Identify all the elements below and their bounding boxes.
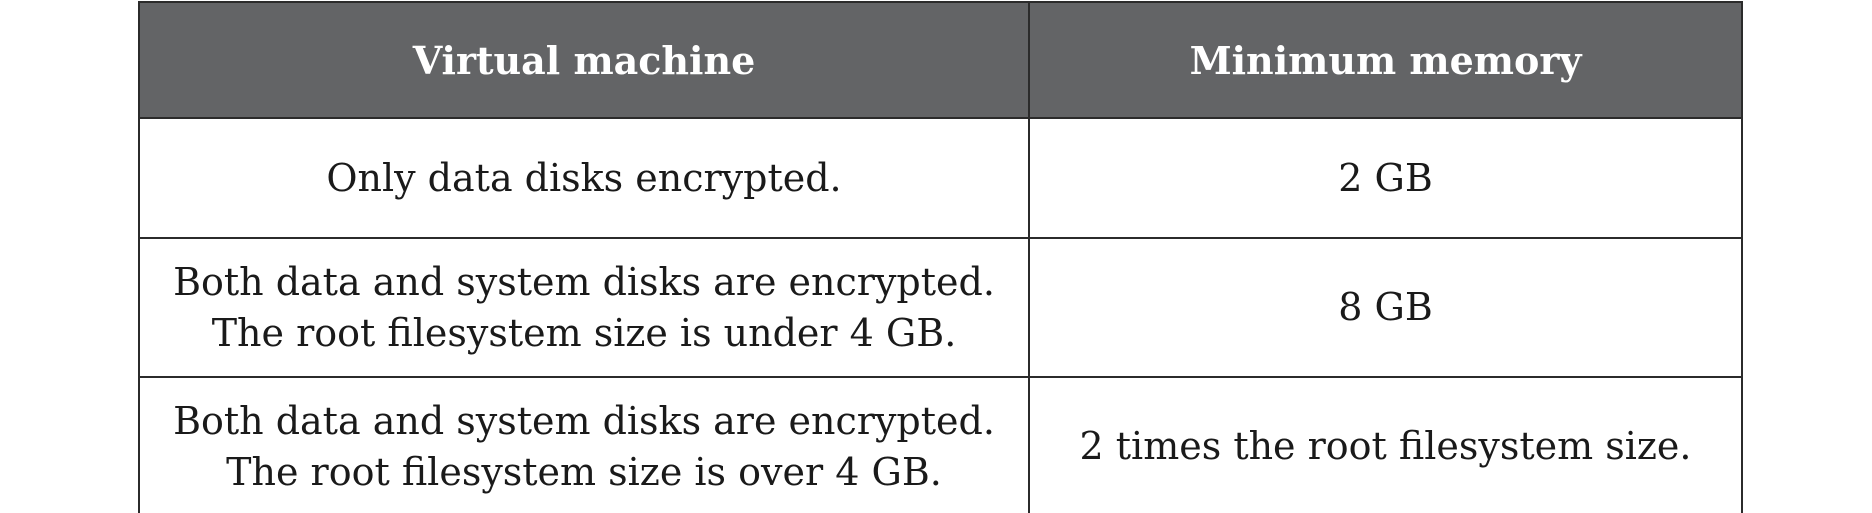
vm-cell: Both data and system disks are encrypted…: [138, 237, 1030, 378]
memory-cell: 2 GB: [1028, 117, 1743, 239]
vm-text-line: The root filesystem size is over 4 GB.: [226, 449, 942, 494]
header-virtual-machine: Virtual machine: [138, 1, 1030, 119]
table-row: Both data and system disks are encrypted…: [138, 237, 1743, 378]
vm-text-line: Only data disks encrypted.: [326, 155, 842, 200]
memory-cell: 8 GB: [1028, 237, 1743, 378]
vm-text-line: The root filesystem size is under 4 GB.: [211, 310, 957, 355]
memory-cell: 2 times the root filesystem size.: [1028, 376, 1743, 513]
page: Virtual machine Minimum memory Only data…: [0, 0, 1872, 513]
table-row: Both data and system disks are encrypted…: [138, 376, 1743, 513]
table-header-row: Virtual machine Minimum memory: [138, 1, 1743, 119]
table-row: Only data disks encrypted. 2 GB: [138, 117, 1743, 239]
vm-cell: Both data and system disks are encrypted…: [138, 376, 1030, 513]
vm-text-line: Both data and system disks are encrypted…: [173, 398, 995, 443]
header-minimum-memory: Minimum memory: [1028, 1, 1743, 119]
vm-text-line: Both data and system disks are encrypted…: [173, 259, 995, 304]
vm-cell: Only data disks encrypted.: [138, 117, 1030, 239]
memory-requirements-table: Virtual machine Minimum memory Only data…: [138, 1, 1743, 513]
